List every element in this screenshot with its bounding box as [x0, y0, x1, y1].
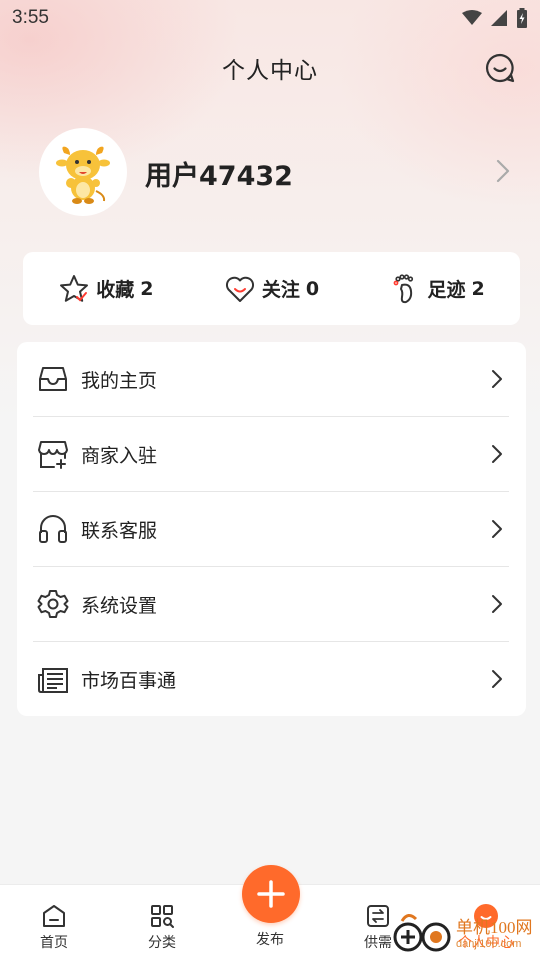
- gear-icon: [35, 586, 71, 622]
- stat-footprints-label: 足迹: [427, 279, 466, 301]
- username: 用户47432: [145, 161, 293, 192]
- grid-icon: [151, 905, 174, 928]
- stat-favorites-label: 收藏: [96, 279, 135, 301]
- status-bar: 3:55: [0, 0, 540, 36]
- cow-mascot-icon: [56, 146, 110, 204]
- chevron-right-icon: [492, 670, 502, 688]
- stat-following[interactable]: 关注 0: [224, 273, 319, 305]
- plus-icon: [257, 880, 285, 908]
- store-icon: [35, 436, 71, 472]
- menu-item-system-settings[interactable]: 系统设置: [33, 567, 509, 642]
- status-icons: [462, 8, 528, 28]
- chevron-right-icon: [492, 370, 502, 388]
- menu-item-market-guide[interactable]: 市场百事通: [33, 642, 509, 717]
- chevron-right-icon: [492, 445, 502, 463]
- stat-favorites-count: 2: [140, 277, 154, 300]
- menu-card: 我的主页 商家入驻 联系客服 系统设置 市场百事通: [17, 342, 526, 716]
- menu-item-my-homepage[interactable]: 我的主页: [33, 342, 509, 417]
- stat-footprints[interactable]: 足迹 2: [390, 273, 485, 305]
- watermark-brand: 单机100网: [456, 918, 533, 938]
- watermark-logo-icon: [393, 914, 451, 952]
- profile-row[interactable]: 用户47432: [0, 126, 540, 218]
- cellular-icon: [491, 10, 507, 26]
- home-icon: [43, 905, 65, 927]
- stat-favorites[interactable]: 收藏 2: [58, 273, 153, 305]
- footprint-icon: [390, 273, 422, 305]
- menu-label: 市场百事通: [81, 670, 177, 692]
- watermark: 单机100网 danji100.com: [392, 904, 540, 960]
- top-header: 个人中心: [0, 42, 540, 94]
- menu-label: 我的主页: [81, 369, 158, 392]
- menu-label: 商家入驻: [81, 444, 158, 467]
- message-button[interactable]: [482, 50, 518, 86]
- stats-card: 收藏 2 关注 0 足迹 2: [23, 252, 520, 325]
- chevron-right-icon: [492, 595, 502, 613]
- publish-button[interactable]: [242, 865, 300, 923]
- menu-item-customer-service[interactable]: 联系客服: [33, 492, 509, 567]
- menu-label: 系统设置: [81, 594, 158, 617]
- stat-footprints-count: 2: [471, 277, 485, 300]
- chevron-right-icon: [496, 159, 510, 183]
- heart-icon: [224, 273, 256, 305]
- star-icon: [58, 273, 90, 305]
- page-title: 个人中心: [222, 58, 318, 84]
- status-time: 3:55: [12, 7, 49, 28]
- battery-icon: [517, 8, 527, 28]
- stat-following-label: 关注: [261, 279, 300, 301]
- avatar[interactable]: [39, 128, 127, 216]
- news-icon: [35, 662, 71, 698]
- headset-icon: [35, 511, 71, 547]
- inbox-icon: [35, 361, 71, 397]
- chat-bubble-icon: [485, 53, 515, 83]
- watermark-text: 单机100网 danji100.com: [456, 913, 533, 950]
- menu-item-merchant-join[interactable]: 商家入驻: [33, 417, 509, 492]
- chevron-right-icon: [492, 520, 502, 538]
- wifi-icon: [462, 10, 482, 25]
- exchange-icon: [367, 905, 389, 927]
- watermark-url: danji100.com: [456, 938, 522, 951]
- menu-label: 联系客服: [81, 519, 158, 542]
- stat-following-count: 0: [305, 277, 320, 300]
